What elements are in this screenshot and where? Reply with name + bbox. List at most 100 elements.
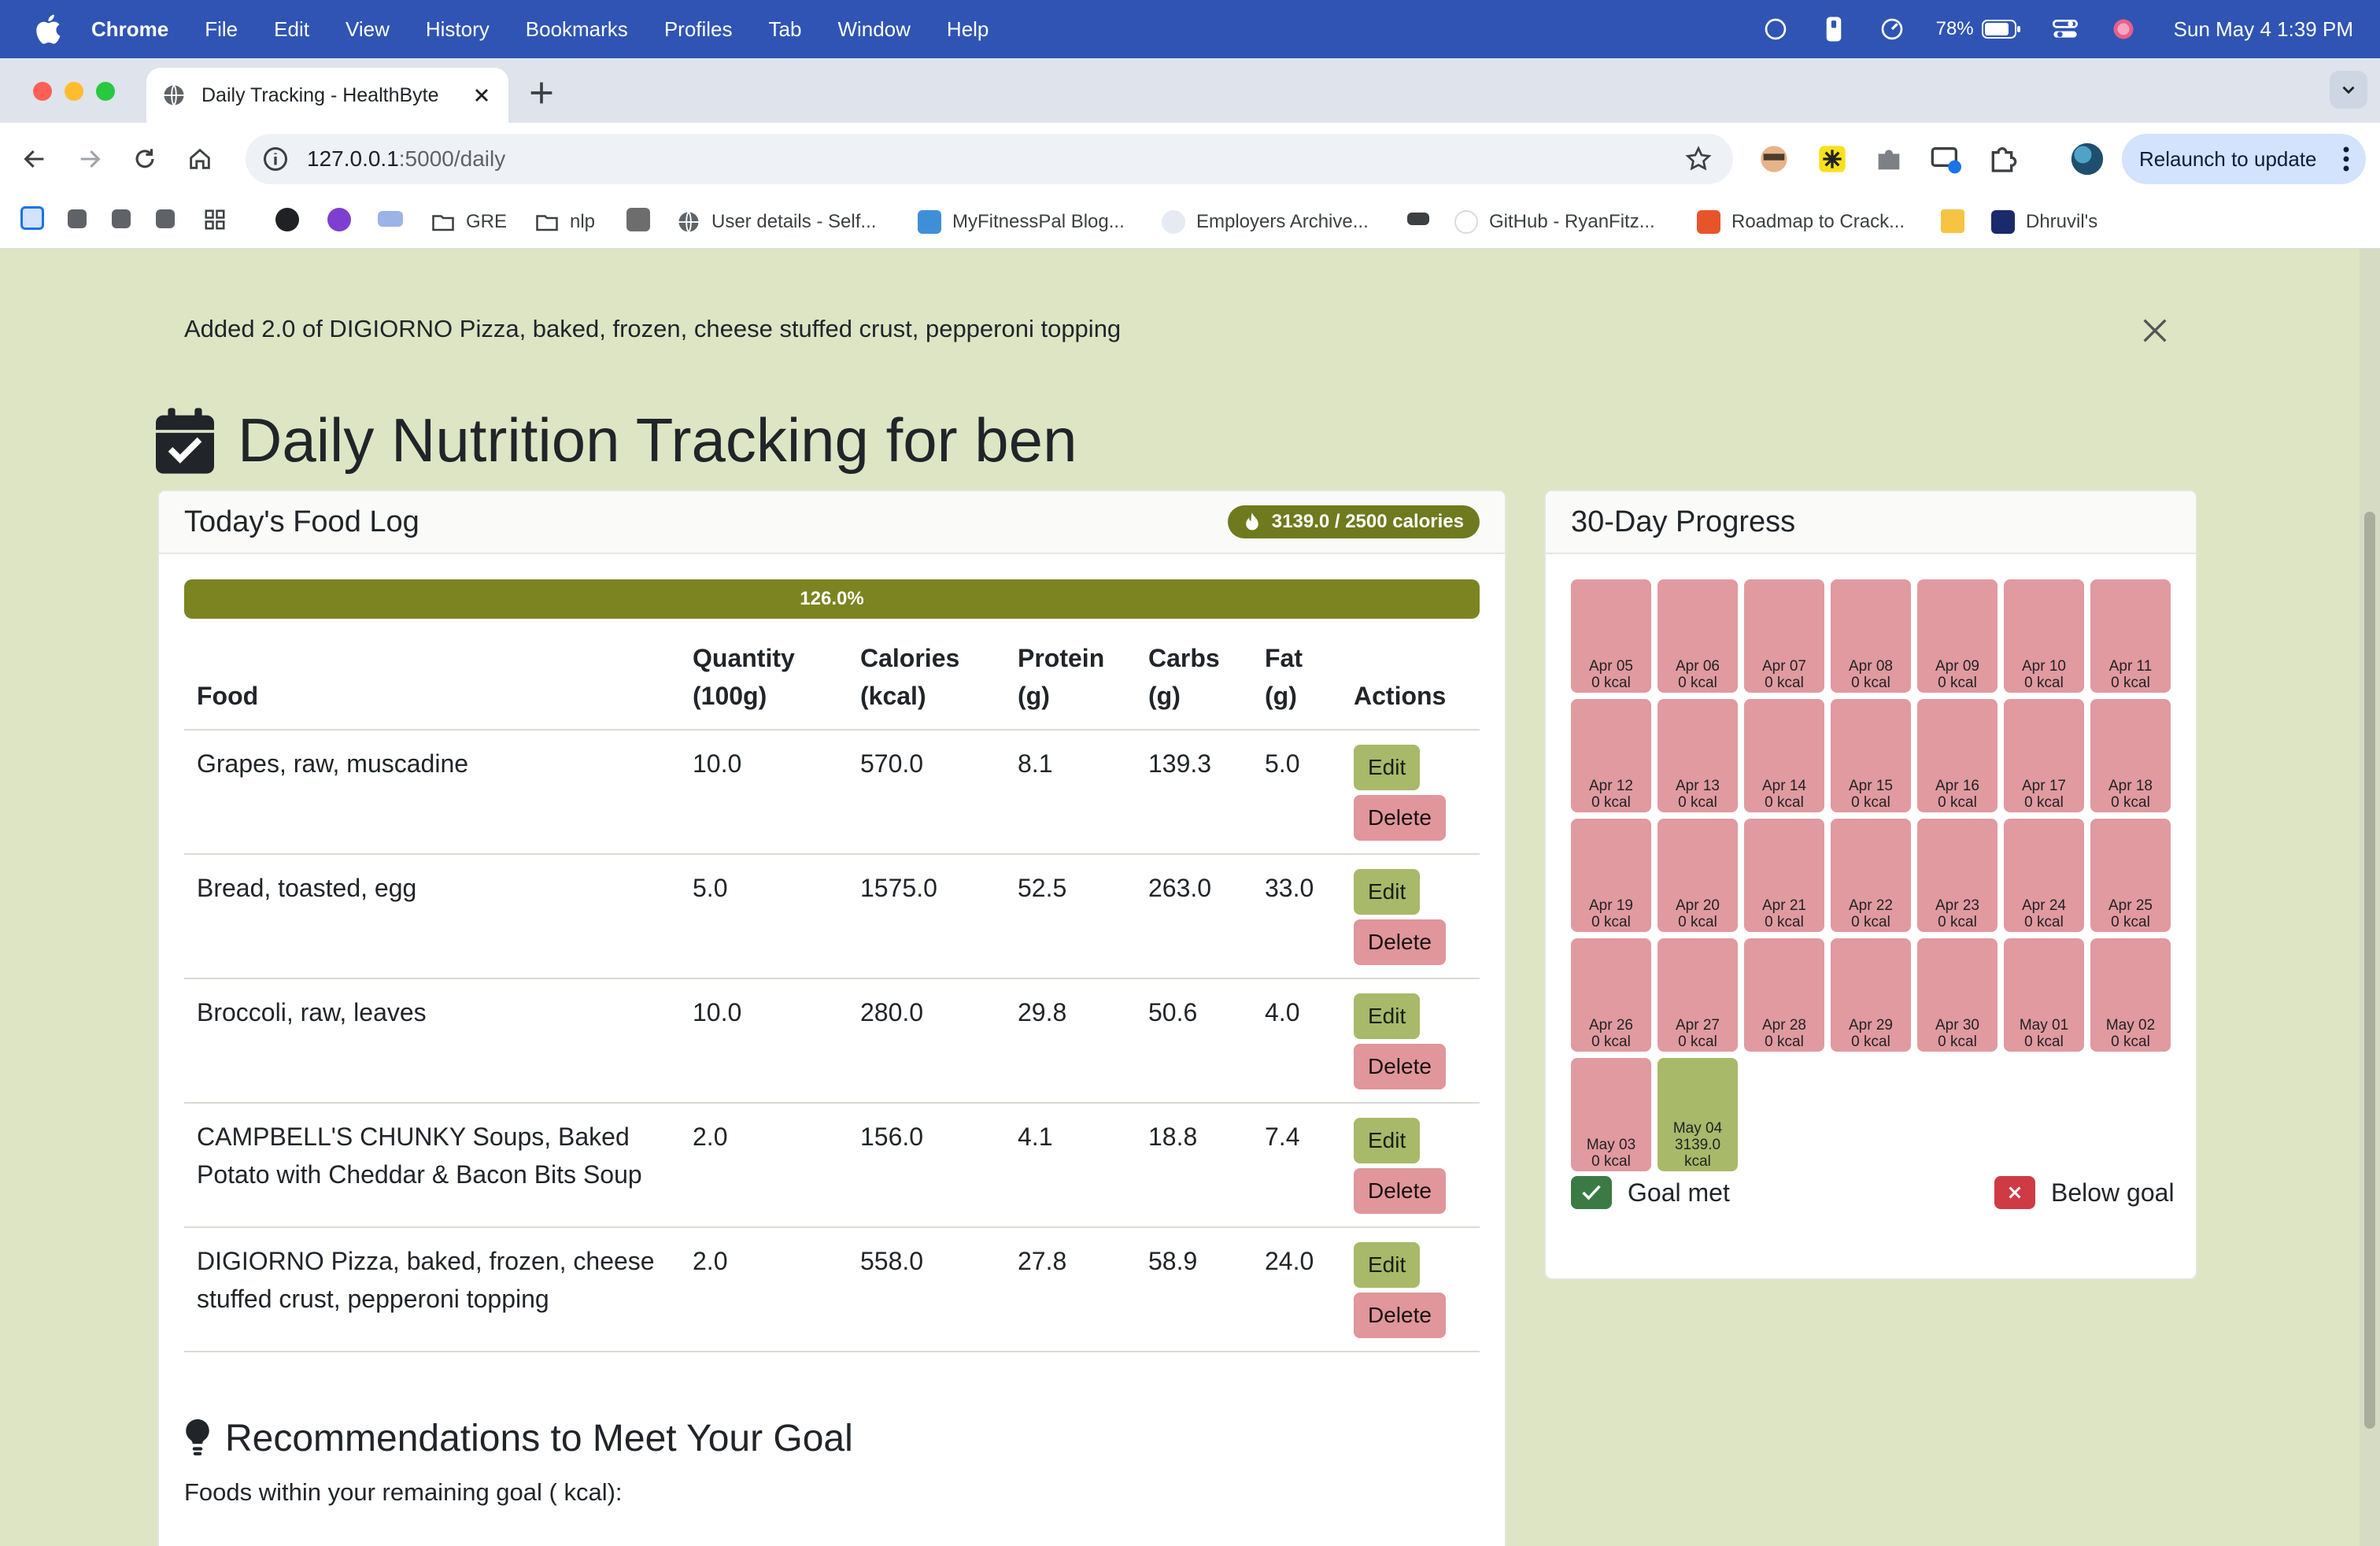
- fa-icon: [1162, 210, 1185, 234]
- siri-icon[interactable]: [2109, 15, 2138, 43]
- browser-tab-active[interactable]: Daily Tracking - HealthByte: [146, 68, 508, 123]
- progress-label: 126.0%: [800, 588, 864, 609]
- bookmark-photo-icon[interactable]: [626, 208, 650, 231]
- delete-button[interactable]: Delete: [1354, 795, 1446, 841]
- flash-close-icon[interactable]: [2139, 315, 2171, 346]
- delete-button[interactable]: Delete: [1354, 919, 1446, 965]
- edit-button[interactable]: Edit: [1354, 1118, 1421, 1163]
- menu-bookmarks[interactable]: Bookmarks: [526, 17, 628, 42]
- day-cell: Apr 19 0 kcal: [1571, 819, 1651, 932]
- day-cell: Apr 18 0 kcal: [2090, 699, 2171, 812]
- speed-gauge-icon[interactable]: [1878, 15, 1906, 43]
- col-quantity: Quantity (100g): [680, 630, 848, 730]
- bookmark-employers-archive[interactable]: Employers Archive...: [1162, 206, 1369, 238]
- day-date: Apr 14: [1762, 778, 1806, 794]
- back-button[interactable]: [17, 142, 52, 176]
- edit-button[interactable]: Edit: [1354, 745, 1421, 790]
- day-cell: Apr 12 0 kcal: [1571, 699, 1651, 812]
- bookmark-sk-icon[interactable]: [275, 208, 299, 231]
- bookmark-app-icon-3[interactable]: [112, 209, 131, 228]
- bookmark-jp-icon[interactable]: [378, 211, 403, 227]
- day-kcal: 0 kcal: [2024, 1034, 2064, 1050]
- bookmark-bar-icon[interactable]: [1407, 213, 1429, 225]
- reload-button[interactable]: [128, 142, 162, 176]
- edit-button[interactable]: Edit: [1354, 1242, 1421, 1288]
- food-log-header: Today's Food Log 3139.0 / 2500 calories: [159, 491, 1505, 554]
- menu-profiles[interactable]: Profiles: [664, 17, 733, 42]
- food-log-table: Food Quantity (100g) Calories (kcal) Prote…: [184, 630, 1480, 1352]
- table-row: Grapes, raw, muscadine 10.0 570.0 8.1 139.3 5…: [184, 730, 1480, 855]
- day-kcal: 0 kcal: [1591, 794, 1631, 811]
- delete-button[interactable]: Delete: [1354, 1293, 1446, 1338]
- bookmark-gre[interactable]: GRE: [431, 206, 507, 238]
- new-tab-plus-icon[interactable]: [526, 77, 557, 109]
- calorie-progress-bar: 126.0%: [184, 579, 1480, 619]
- address-bar[interactable]: 127.0.0.1:5000/daily: [246, 134, 1733, 184]
- col-quantity-line1: Quantity: [693, 644, 795, 672]
- cell-actions: Edit Delete: [1341, 1103, 1480, 1228]
- mfp-icon: [918, 210, 941, 234]
- extension-puzzle-gray-icon[interactable]: [1873, 143, 1905, 175]
- menu-tab[interactable]: Tab: [769, 17, 802, 42]
- menu-file[interactable]: File: [205, 17, 238, 42]
- phone-icon[interactable]: [1820, 15, 1848, 43]
- apps-grid-icon[interactable]: [203, 208, 227, 231]
- tab-close-icon[interactable]: [471, 84, 493, 106]
- day-cell: Apr 16 0 kcal: [1917, 699, 1998, 812]
- progress-30day-title: 30-Day Progress: [1571, 505, 1796, 538]
- bookmark-github[interactable]: GitHub - RyanFitz...: [1454, 206, 1655, 238]
- bookmark-star-icon[interactable]: [1684, 145, 1713, 173]
- menu-window[interactable]: Window: [837, 17, 910, 42]
- extension-star-icon[interactable]: [1816, 143, 1848, 175]
- day-cell: Apr 05 0 kcal: [1571, 579, 1651, 693]
- profile-avatar-icon[interactable]: [2070, 142, 2105, 176]
- control-center-icon[interactable]: [2051, 15, 2079, 43]
- day-date: Apr 22: [1849, 897, 1893, 914]
- delete-button[interactable]: Delete: [1354, 1044, 1446, 1089]
- bookmark-user-details[interactable]: User details - Self...: [677, 206, 876, 238]
- page-scrollbar-thumb[interactable]: [2364, 512, 2375, 1429]
- bookmark-u-icon[interactable]: [327, 208, 351, 231]
- relaunch-update-button[interactable]: Relaunch to update: [2122, 134, 2366, 184]
- reload-icon: [135, 149, 154, 168]
- bookmark-app-icon-1[interactable]: [20, 206, 44, 230]
- extensions-puzzle-icon[interactable]: [1986, 143, 2018, 175]
- chevron-down-icon: [2342, 86, 2355, 94]
- menu-view[interactable]: View: [346, 17, 390, 42]
- edit-button[interactable]: Edit: [1354, 869, 1421, 915]
- menu-help[interactable]: Help: [947, 17, 989, 42]
- cast-screen-icon[interactable]: [1930, 143, 1961, 175]
- window-minimize-button[interactable]: [65, 82, 83, 101]
- day-cell: Apr 15 0 kcal: [1831, 699, 1911, 812]
- bookmark-nlp[interactable]: nlp: [535, 206, 595, 238]
- site-info-icon[interactable]: [261, 145, 290, 173]
- bookmark-myfitnesspal[interactable]: MyFitnessPal Blog...: [918, 206, 1125, 238]
- battery-icon[interactable]: [1981, 15, 2021, 43]
- delete-button[interactable]: Delete: [1354, 1168, 1446, 1214]
- day-date: Apr 07: [1762, 658, 1806, 675]
- apple-logo-icon[interactable]: [31, 11, 68, 47]
- forward-button[interactable]: [72, 142, 107, 176]
- edit-button[interactable]: Edit: [1354, 993, 1421, 1039]
- kebab-menu-icon[interactable]: [2342, 146, 2350, 172]
- menubar-datetime[interactable]: Sun May 4 1:39 PM: [2174, 17, 2353, 42]
- bookmark-roadmap[interactable]: Roadmap to Crack...: [1697, 206, 1905, 238]
- window-zoom-button[interactable]: [96, 82, 115, 101]
- tab-search-button[interactable]: [2330, 71, 2367, 109]
- home-button[interactable]: [183, 142, 217, 176]
- cell-carbs: 263.0: [1136, 854, 1252, 979]
- col-calories: Calories (kcal): [848, 630, 1005, 730]
- menu-edit[interactable]: Edit: [274, 17, 309, 42]
- focus-moon-icon[interactable]: [1761, 15, 1790, 43]
- cell-protein: 52.5: [1005, 854, 1136, 979]
- bookmark-w-icon[interactable]: [1941, 209, 1964, 233]
- day-cell: Apr 28 0 kcal: [1744, 938, 1824, 1052]
- extension-face-icon[interactable]: [1758, 143, 1790, 175]
- day-date: Apr 18: [2108, 778, 2153, 794]
- window-close-button[interactable]: [33, 82, 52, 101]
- bookmark-app-icon-2[interactable]: [68, 209, 87, 228]
- menu-app-name[interactable]: Chrome: [91, 17, 168, 42]
- bookmark-dhruvil[interactable]: Dhruvil's: [1991, 206, 2097, 238]
- bookmark-app-icon-4[interactable]: [156, 209, 175, 228]
- menu-history[interactable]: History: [426, 17, 490, 42]
